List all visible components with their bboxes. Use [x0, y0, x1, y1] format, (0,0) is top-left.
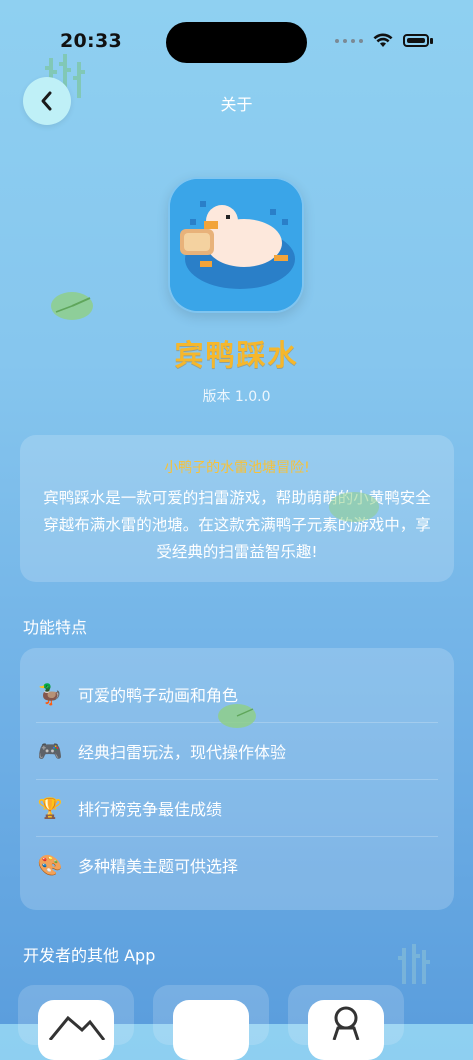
trophy-icon: 🏆	[37, 795, 63, 820]
lily-pad-icon	[329, 492, 379, 522]
character-logo-icon	[332, 1006, 360, 1041]
duck-logo-icon	[170, 179, 302, 311]
app-icon	[168, 177, 304, 313]
other-apps-title: 开发者的其他 App	[23, 946, 156, 965]
features-card: 🦆 可爱的鸭子动画和角色 🎮 经典扫雷玩法，现代操作体验 🏆 排行榜竞争最佳成绩…	[20, 648, 454, 910]
dynamic-island	[166, 22, 307, 63]
app-name: 宾鸭踩水	[174, 338, 299, 372]
features-title: 功能特点	[23, 618, 88, 637]
feature-label: 可爱的鸭子动画和角色	[78, 685, 239, 705]
intro-tagline: 小鸭子的水雷池塘冒险!	[164, 460, 310, 476]
lily-pad-icon	[218, 704, 256, 728]
status-icons	[335, 33, 433, 48]
feature-item: 🎨 多种精美主题可供选择	[36, 836, 438, 893]
other-app-tile[interactable]	[18, 985, 134, 1060]
signal-dots-icon	[335, 38, 363, 43]
duck-icon: 🦆	[37, 681, 63, 706]
mountain-logo-icon	[48, 1015, 106, 1041]
other-apps-row	[18, 985, 404, 1060]
page-title: 关于	[220, 95, 253, 114]
seaweed-icon	[398, 944, 430, 984]
other-app-icon	[308, 1000, 384, 1060]
intro-card: 小鸭子的水雷池塘冒险! 宾鸭踩水是一款可爱的扫雷游戏，帮助萌萌的小黄鸭安全穿越布…	[20, 435, 454, 582]
battery-icon	[403, 34, 429, 47]
gamepad-icon: 🎮	[37, 738, 63, 763]
battery-cap	[430, 37, 433, 44]
feature-item: 🏆 排行榜竞争最佳成绩	[36, 779, 438, 837]
other-app-tile[interactable]	[288, 985, 404, 1060]
feature-label: 多种精美主题可供选择	[78, 856, 239, 876]
palette-icon: 🎨	[37, 852, 63, 877]
feature-label: 经典扫雷玩法，现代操作体验	[78, 742, 287, 762]
other-app-icon	[38, 1000, 114, 1060]
other-app-tile[interactable]	[153, 985, 269, 1060]
feature-item: 🎮 经典扫雷玩法，现代操作体验	[36, 722, 438, 780]
lily-pad-icon	[51, 292, 93, 320]
other-app-icon	[173, 1000, 249, 1060]
wifi-icon	[373, 33, 393, 47]
feature-label: 排行榜竞争最佳成绩	[78, 799, 223, 819]
app-version: 版本 1.0.0	[202, 389, 271, 405]
